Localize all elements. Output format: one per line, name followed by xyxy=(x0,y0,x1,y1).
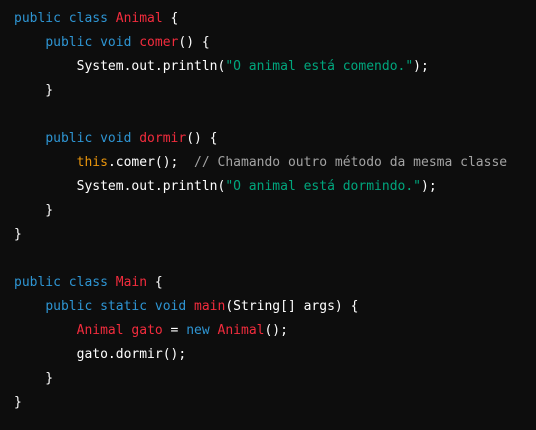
code-token-plain: System.out.println( xyxy=(14,59,226,74)
code-line: this.comer(); // Chamando outro método d… xyxy=(14,151,536,175)
code-token-plain: { xyxy=(162,11,179,26)
code-line: System.out.println("O animal está dormin… xyxy=(14,175,536,199)
code-token-plain: gato.dormir(); xyxy=(14,347,187,362)
code-line: public static void main(String[] args) { xyxy=(14,295,536,319)
code-token-plain: } xyxy=(14,83,54,98)
code-line: public class Main { xyxy=(14,271,536,295)
code-token-plain: ); xyxy=(421,179,437,194)
code-token-identifier: Main xyxy=(115,275,148,290)
code-token-comment: // Chamando outro método da mesma classe xyxy=(194,155,508,170)
code-token-plain: { xyxy=(147,275,163,290)
code-line: } xyxy=(14,367,536,391)
code-token-plain: } xyxy=(14,395,22,410)
code-line: } xyxy=(14,199,536,223)
code-token-plain: (); xyxy=(264,323,288,338)
code-token-keyword: public class xyxy=(14,275,116,290)
code-token-plain: } xyxy=(14,227,22,242)
code-token-identifier: main xyxy=(194,299,226,314)
code-block: public class Animal { public void comer(… xyxy=(0,0,536,430)
code-token-plain: () { xyxy=(178,35,210,50)
code-token-keyword: public class xyxy=(14,11,116,26)
code-line: System.out.println("O animal está comend… xyxy=(14,55,536,79)
code-token-identifier: comer xyxy=(139,35,179,50)
code-token-plain: (String[] args) { xyxy=(225,299,359,314)
code-token-string: "O animal está dormindo." xyxy=(225,179,421,194)
code-line: } xyxy=(14,79,536,103)
code-token-keyword: public static void xyxy=(45,299,195,314)
code-token-plain: = xyxy=(162,323,187,338)
code-line: } xyxy=(14,391,536,415)
code-token-plain: ); xyxy=(413,59,429,74)
code-line: public void comer() { xyxy=(14,31,536,55)
code-token-plain: } xyxy=(14,371,54,386)
code-line: gato.dormir(); xyxy=(14,343,536,367)
code-token-plain: } xyxy=(14,203,54,218)
code-token-plain: () { xyxy=(186,131,218,146)
code-token-identifier: dormir xyxy=(139,131,187,146)
code-token-plain: .comer(); xyxy=(107,155,195,170)
code-token-plain: System.out.println( xyxy=(14,179,226,194)
code-token-string: "O animal está comendo." xyxy=(225,59,414,74)
code-line: Animal gato = new Animal(); xyxy=(14,319,536,343)
code-token-keyword: new xyxy=(186,323,218,338)
code-token-identifier: Animal xyxy=(115,11,163,26)
code-line: public class Animal { xyxy=(14,7,536,31)
code-line: } xyxy=(14,223,536,247)
code-token-identifier: Animal xyxy=(217,323,265,338)
code-token-keyword: public void xyxy=(45,131,140,146)
code-line: public void dormir() { xyxy=(14,127,536,151)
code-token-this: this xyxy=(76,155,108,170)
code-token-keyword: public void xyxy=(45,35,140,50)
code-token-identifier: Animal gato xyxy=(76,323,163,338)
